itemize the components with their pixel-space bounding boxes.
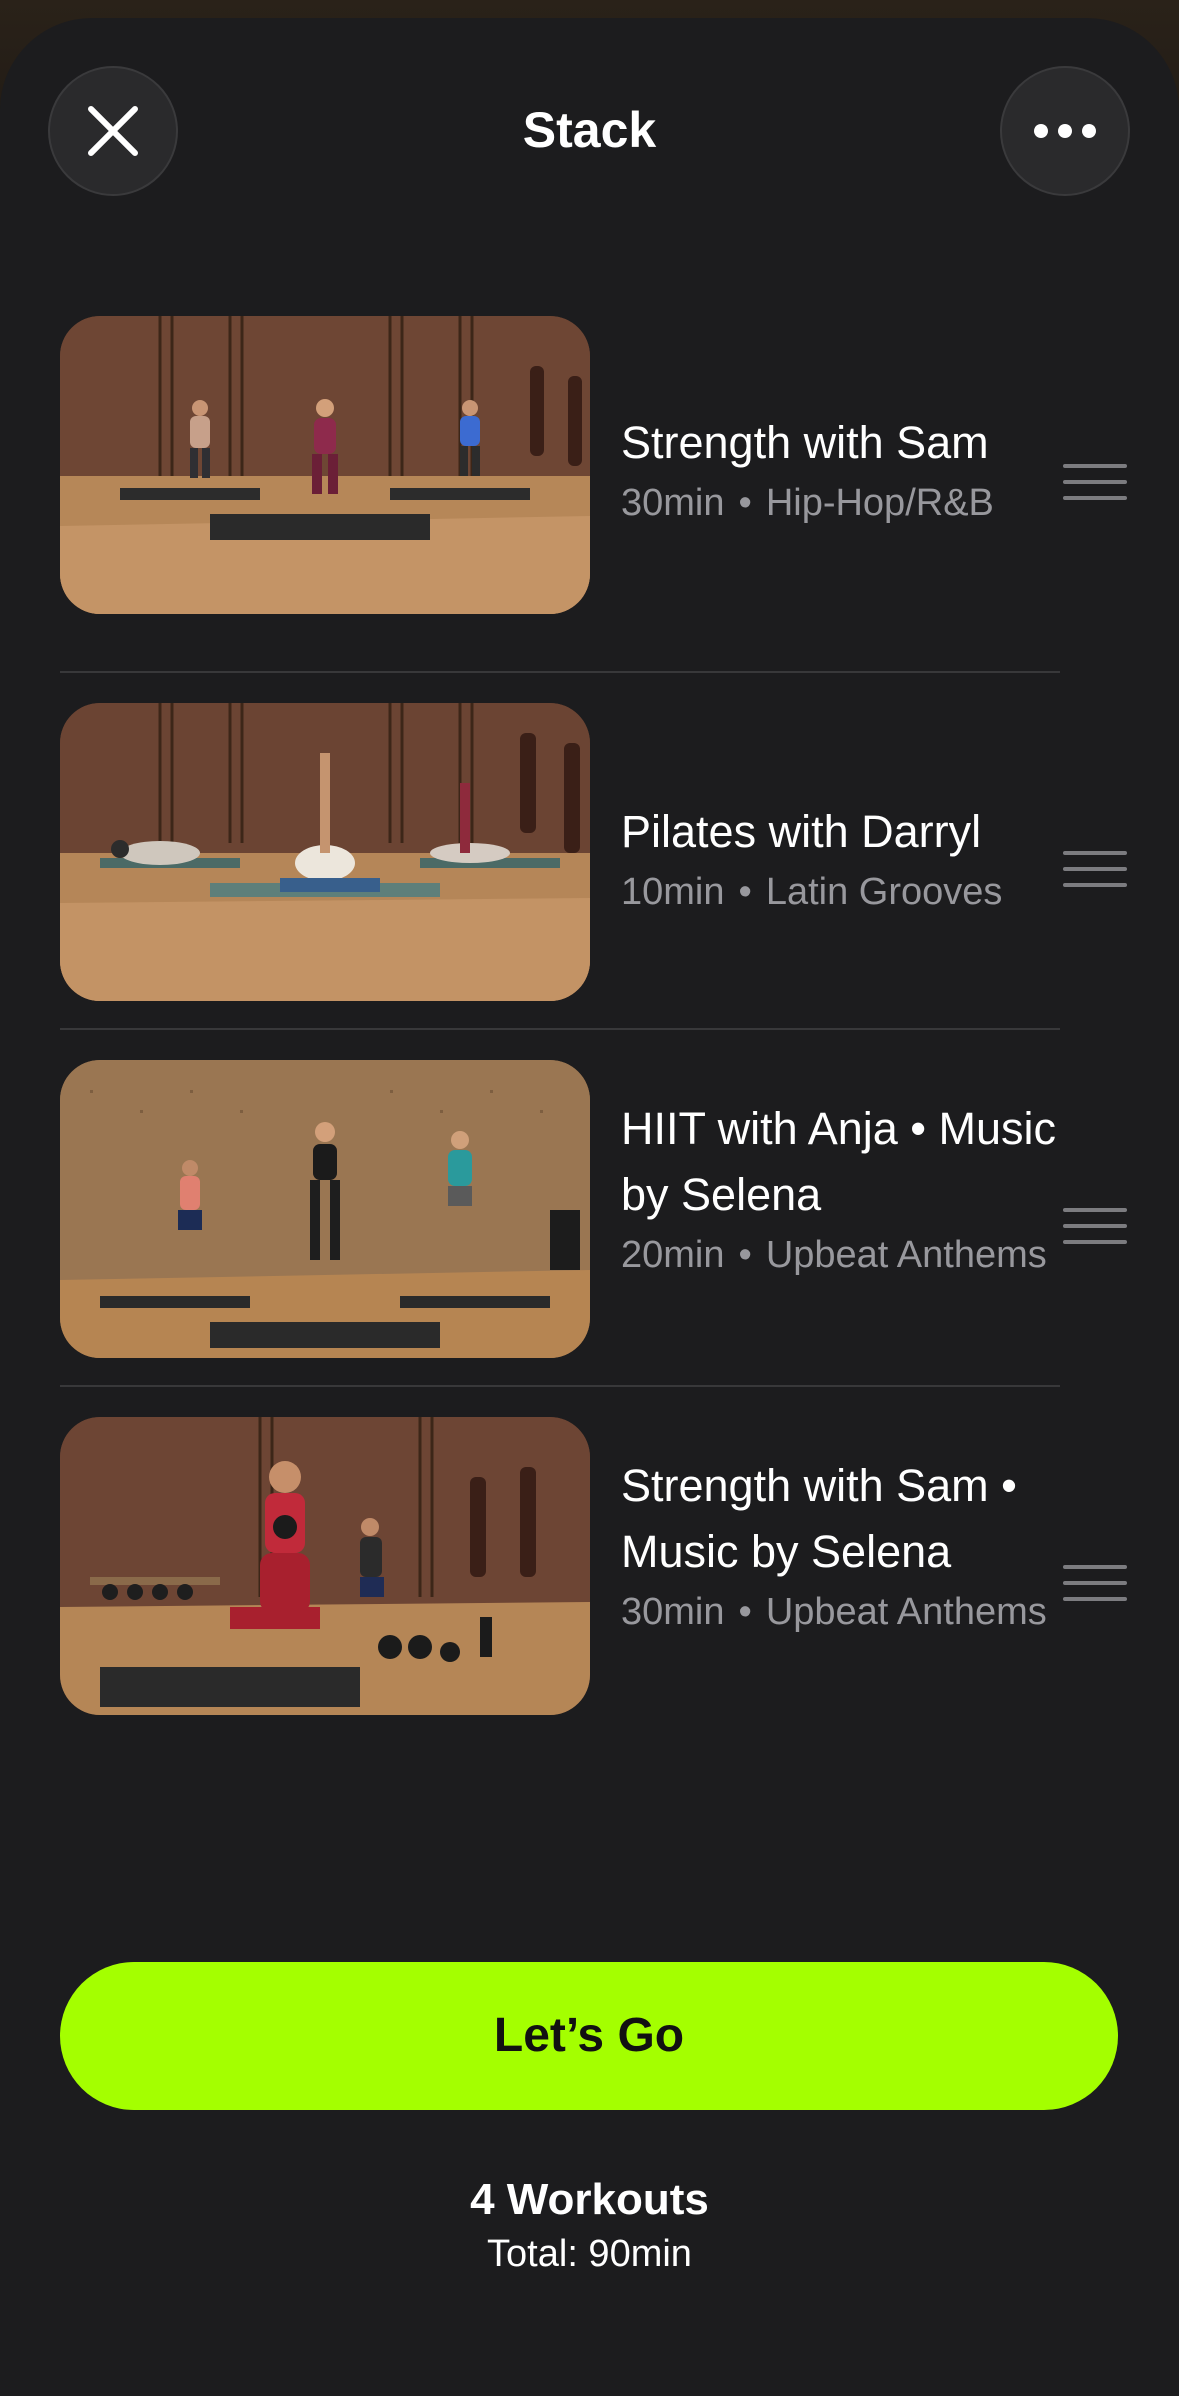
workout-row[interactable]: Pilates with Darryl 10min • Latin Grooves — [60, 673, 1130, 1030]
workout-info: HIIT with Anja • Music by Selena 20min • U… — [621, 1096, 1061, 1282]
workout-duration: 30min — [621, 482, 725, 524]
workout-info: Strength with Sam • Music by Selena 30mi… — [621, 1453, 1061, 1639]
reorder-handle-icon[interactable] — [1063, 1565, 1127, 1601]
separator-dot: • — [738, 1591, 752, 1633]
stack-summary: 4 Workouts Total: 90min — [0, 2171, 1179, 2279]
workout-duration: 30min — [621, 1591, 725, 1633]
more-horizontal-icon — [1034, 124, 1096, 138]
workout-thumbnail — [60, 703, 590, 1001]
separator-dot: • — [738, 1234, 752, 1276]
workout-meta: 10min • Latin Grooves — [621, 865, 1061, 919]
workout-meta: 20min • Upbeat Anthems — [621, 1228, 1061, 1282]
workout-count: 4 Workouts — [470, 2175, 709, 2224]
lets-go-button[interactable]: Let’s Go — [60, 1962, 1118, 2110]
more-options-button[interactable] — [1000, 66, 1130, 196]
workout-title: Pilates with Darryl — [621, 806, 982, 857]
workout-title: Strength with Sam • Music by Selena — [621, 1460, 1017, 1577]
workout-row[interactable]: Strength with Sam • Music by Selena 30mi… — [60, 1387, 1130, 1744]
workout-duration: 10min — [621, 871, 725, 913]
workout-meta: 30min • Upbeat Anthems — [621, 1585, 1061, 1639]
workout-info: Strength with Sam 30min • Hip-Hop/R&B — [621, 410, 1061, 530]
workout-list: Strength with Sam 30min • Hip-Hop/R&B Pi… — [60, 316, 1130, 1744]
workout-title: HIIT with Anja • Music by Selena — [621, 1103, 1057, 1220]
reorder-handle-icon[interactable] — [1063, 464, 1127, 500]
reorder-handle-icon[interactable] — [1063, 1208, 1127, 1244]
workout-title: Strength with Sam — [621, 417, 989, 468]
workout-music: Upbeat Anthems — [765, 1234, 1047, 1276]
workout-row[interactable]: Strength with Sam 30min • Hip-Hop/R&B — [60, 316, 1130, 673]
separator-dot: • — [738, 871, 752, 913]
workout-duration: 20min — [621, 1234, 725, 1276]
total-duration: Total: 90min — [487, 2233, 692, 2275]
stack-sheet: Stack Strength with Sam 30min • Hip-Hop/… — [0, 18, 1179, 2396]
workout-thumbnail — [60, 316, 590, 614]
separator-dot: • — [738, 482, 752, 524]
workout-info: Pilates with Darryl 10min • Latin Grooves — [621, 799, 1061, 919]
workout-music: Upbeat Anthems — [765, 1591, 1047, 1633]
workout-thumbnail — [60, 1060, 590, 1358]
workout-music: Hip-Hop/R&B — [765, 482, 994, 524]
workout-thumbnail — [60, 1417, 590, 1715]
workout-music: Latin Grooves — [765, 871, 1003, 913]
workout-meta: 30min • Hip-Hop/R&B — [621, 476, 1061, 530]
reorder-handle-icon[interactable] — [1063, 851, 1127, 887]
workout-row[interactable]: HIIT with Anja • Music by Selena 20min • U… — [60, 1030, 1130, 1387]
